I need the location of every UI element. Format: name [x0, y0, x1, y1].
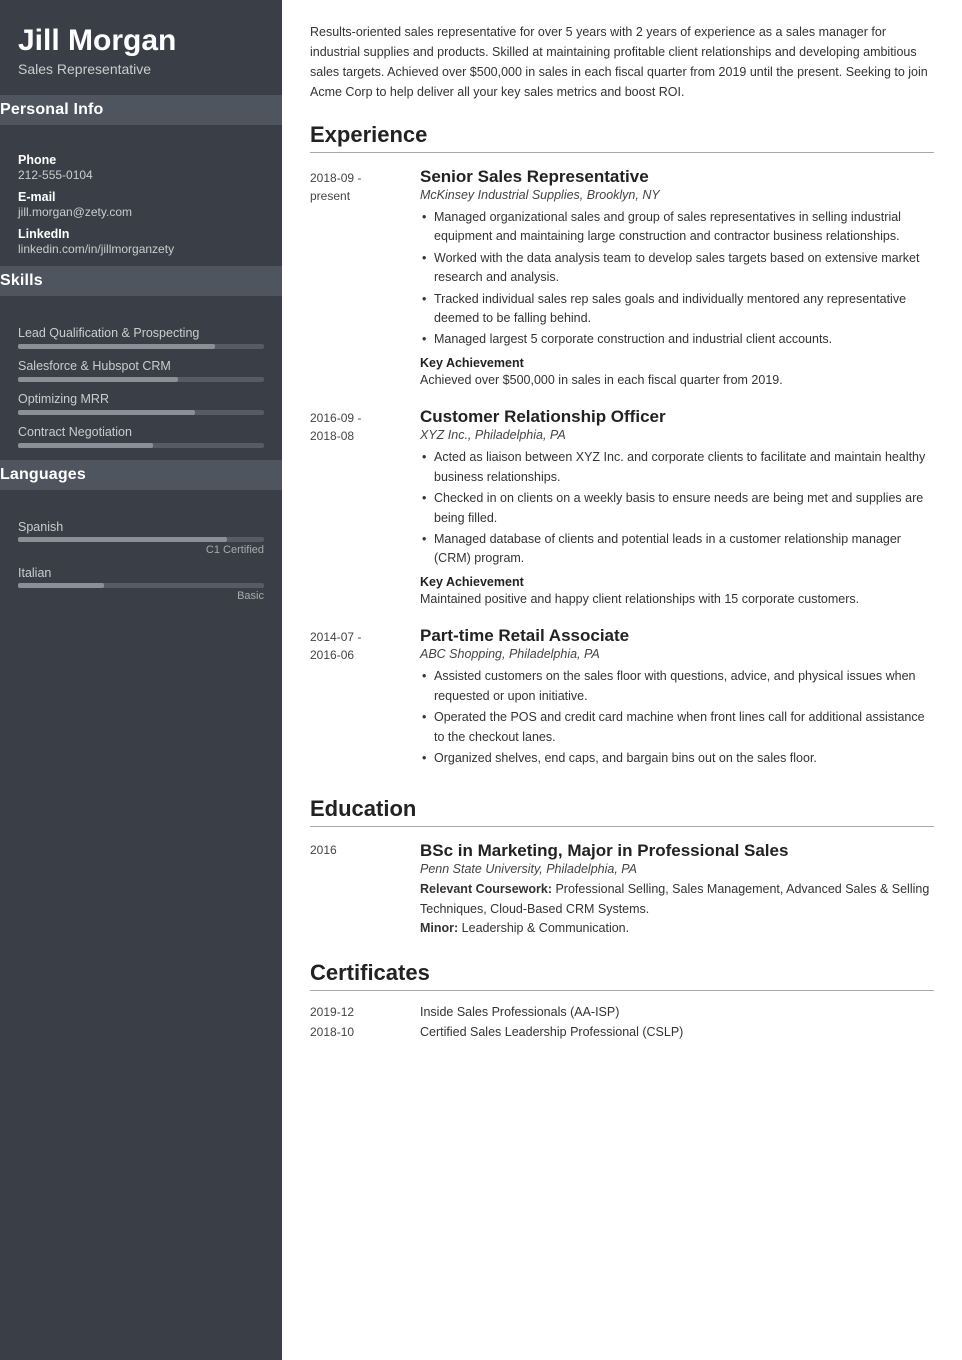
skill-label: Contract Negotiation — [18, 425, 264, 439]
exp-date: 2018-09 -present — [310, 167, 420, 389]
language-item: Italian Basic — [18, 566, 264, 602]
experience-item: 2016-09 -2018-08 Customer Relationship O… — [310, 407, 934, 608]
linkedin-label: LinkedIn — [18, 227, 264, 241]
language-cert: C1 Certified — [18, 544, 264, 556]
experience-container: 2018-09 -present Senior Sales Representa… — [310, 167, 934, 774]
experience-title: Experience — [310, 122, 934, 153]
bullet-item: Operated the POS and credit card machine… — [420, 708, 934, 747]
education-section: Education 2016 BSc in Marketing, Major i… — [310, 796, 934, 938]
job-title: Senior Sales Representative — [420, 167, 934, 187]
edu-degree: BSc in Marketing, Major in Professional … — [420, 841, 934, 861]
language-bar-bg — [18, 537, 264, 542]
candidate-name: Jill Morgan — [18, 24, 264, 57]
cert-date: 2019-12 — [310, 1005, 420, 1019]
achievement-label: Key Achievement — [420, 356, 934, 370]
certificates-container: 2019-12 Inside Sales Professionals (AA-I… — [310, 1005, 934, 1039]
company-name: McKinsey Industrial Supplies, Brooklyn, … — [420, 188, 934, 202]
bullet-list: Acted as liaison between XYZ Inc. and co… — [420, 448, 934, 568]
achievement-text: Achieved over $500,000 in sales in each … — [420, 371, 934, 390]
edu-date: 2016 — [310, 841, 420, 938]
linkedin-value: linkedin.com/in/jillmorganzety — [18, 242, 264, 256]
experience-item: 2018-09 -present Senior Sales Representa… — [310, 167, 934, 389]
personal-info-section-title: Personal Info — [0, 95, 300, 125]
skill-bar-bg — [18, 410, 264, 415]
edu-content: BSc in Marketing, Major in Professional … — [420, 841, 934, 938]
certificates-section: Certificates 2019-12 Inside Sales Profes… — [310, 960, 934, 1039]
exp-content: Senior Sales Representative McKinsey Ind… — [420, 167, 934, 389]
job-title: Part-time Retail Associate — [420, 626, 934, 646]
bullet-item: Checked in on clients on a weekly basis … — [420, 489, 934, 528]
skill-label: Lead Qualification & Prospecting — [18, 326, 264, 340]
email-label: E-mail — [18, 190, 264, 204]
bullet-item: Managed organizational sales and group o… — [420, 208, 934, 247]
company-name: ABC Shopping, Philadelphia, PA — [420, 647, 934, 661]
cert-name: Certified Sales Leadership Professional … — [420, 1025, 683, 1039]
exp-content: Customer Relationship Officer XYZ Inc., … — [420, 407, 934, 608]
education-title: Education — [310, 796, 934, 827]
email-value: jill.morgan@zety.com — [18, 205, 264, 219]
phone-label: Phone — [18, 153, 264, 167]
bullet-item: Tracked individual sales rep sales goals… — [420, 290, 934, 329]
language-item: Spanish C1 Certified — [18, 520, 264, 556]
skill-item: Lead Qualification & Prospecting — [18, 326, 264, 349]
bullet-item: Acted as liaison between XYZ Inc. and co… — [420, 448, 934, 487]
education-container: 2016 BSc in Marketing, Major in Professi… — [310, 841, 934, 938]
bullet-item: Managed database of clients and potentia… — [420, 530, 934, 569]
achievement-label: Key Achievement — [420, 575, 934, 589]
exp-date: 2016-09 -2018-08 — [310, 407, 420, 608]
skill-bar-fill — [18, 344, 215, 349]
job-title: Customer Relationship Officer — [420, 407, 934, 427]
edu-detail-coursework: Relevant Coursework: Professional Sellin… — [420, 880, 934, 919]
skill-bar-bg — [18, 443, 264, 448]
skill-item: Contract Negotiation — [18, 425, 264, 448]
edu-detail-minor: Minor: Leadership & Communication. — [420, 919, 934, 938]
language-name: Italian — [18, 566, 264, 580]
achievement-text: Maintained positive and happy client rel… — [420, 590, 934, 609]
skill-bar-fill — [18, 377, 178, 382]
language-bar-bg — [18, 583, 264, 588]
bullet-item: Assisted customers on the sales floor wi… — [420, 667, 934, 706]
certificate-item: 2019-12 Inside Sales Professionals (AA-I… — [310, 1005, 934, 1019]
candidate-title: Sales Representative — [18, 61, 264, 77]
languages-section-title: Languages — [0, 460, 300, 490]
bullet-item: Organized shelves, end caps, and bargain… — [420, 749, 934, 768]
language-cert: Basic — [18, 590, 264, 602]
skill-item: Salesforce & Hubspot CRM — [18, 359, 264, 382]
skill-bar-fill — [18, 443, 153, 448]
main-content: Results-oriented sales representative fo… — [282, 0, 962, 1360]
bullet-list: Managed organizational sales and group o… — [420, 208, 934, 350]
company-name: XYZ Inc., Philadelphia, PA — [420, 428, 934, 442]
skills-section-title: Skills — [0, 266, 300, 296]
skill-label: Salesforce & Hubspot CRM — [18, 359, 264, 373]
exp-date: 2014-07 -2016-06 — [310, 626, 420, 774]
exp-content: Part-time Retail Associate ABC Shopping,… — [420, 626, 934, 774]
bullet-item: Worked with the data analysis team to de… — [420, 249, 934, 288]
phone-value: 212-555-0104 — [18, 168, 264, 182]
skills-section: Lead Qualification & Prospecting Salesfo… — [0, 306, 282, 460]
skill-bar-fill — [18, 410, 195, 415]
sidebar-header: Jill Morgan Sales Representative — [0, 0, 282, 95]
experience-section: Experience 2018-09 -present Senior Sales… — [310, 122, 934, 774]
edu-school: Penn State University, Philadelphia, PA — [420, 862, 934, 876]
language-name: Spanish — [18, 520, 264, 534]
language-bar-fill — [18, 583, 104, 588]
summary-text: Results-oriented sales representative fo… — [310, 22, 934, 102]
certificates-title: Certificates — [310, 960, 934, 991]
cert-name: Inside Sales Professionals (AA-ISP) — [420, 1005, 619, 1019]
cert-date: 2018-10 — [310, 1025, 420, 1039]
experience-item: 2014-07 -2016-06 Part-time Retail Associ… — [310, 626, 934, 774]
skill-item: Optimizing MRR — [18, 392, 264, 415]
skill-label: Optimizing MRR — [18, 392, 264, 406]
bullet-item: Managed largest 5 corporate construction… — [420, 330, 934, 349]
skill-bar-bg — [18, 344, 264, 349]
bullet-list: Assisted customers on the sales floor wi… — [420, 667, 934, 768]
languages-section: Spanish C1 Certified Italian Basic — [0, 500, 282, 612]
certificate-item: 2018-10 Certified Sales Leadership Profe… — [310, 1025, 934, 1039]
sidebar: Jill Morgan Sales Representative Persona… — [0, 0, 282, 1360]
language-bar-fill — [18, 537, 227, 542]
skill-bar-bg — [18, 377, 264, 382]
education-item: 2016 BSc in Marketing, Major in Professi… — [310, 841, 934, 938]
personal-info-section: Phone 212-555-0104 E-mail jill.morgan@ze… — [0, 135, 282, 266]
